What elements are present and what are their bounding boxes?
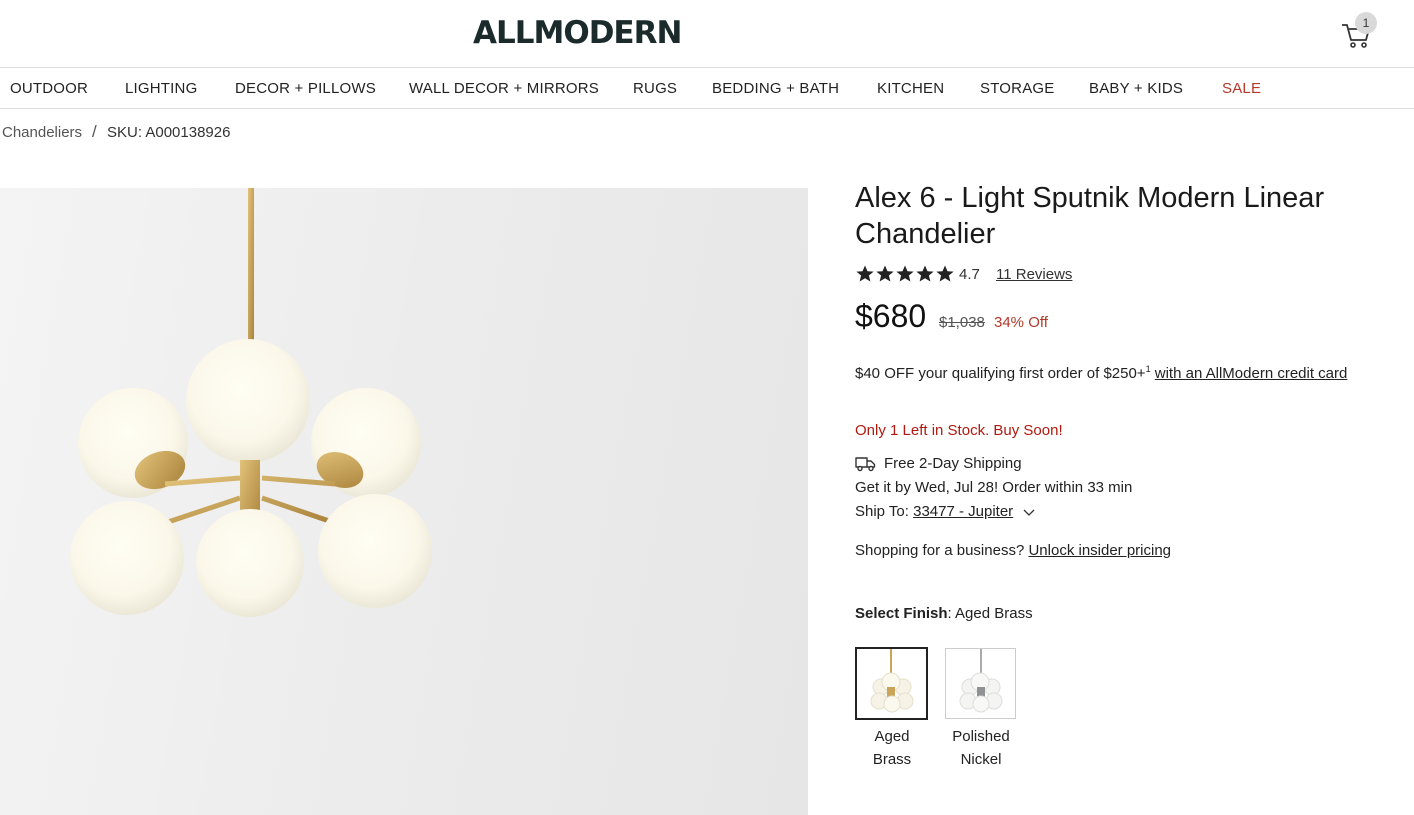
truck-icon bbox=[855, 456, 876, 471]
nav-item-kitchen[interactable]: KITCHEN bbox=[877, 80, 944, 97]
rating-value: 4.7 bbox=[959, 266, 980, 283]
shipping-info: Free 2-Day Shipping bbox=[855, 455, 1022, 472]
business-text: Shopping for a business? bbox=[855, 542, 1025, 559]
nav-item-lighting[interactable]: LIGHTING bbox=[125, 80, 197, 97]
breadcrumb-separator: / bbox=[92, 122, 97, 141]
credit-card-link[interactable]: with an AllModern credit card bbox=[1155, 365, 1348, 382]
finish-selected-value: : Aged Brass bbox=[947, 605, 1033, 622]
original-price: $1,038 bbox=[939, 314, 985, 331]
stock-warning: Only 1 Left in Stock. Buy Soon! bbox=[855, 422, 1063, 439]
ship-to: Ship To: 33477 - Jupiter bbox=[855, 503, 1035, 520]
insider-pricing-link[interactable]: Unlock insider pricing bbox=[1028, 542, 1171, 559]
nav-item-wall-decor-mirrors[interactable]: WALL DECOR + MIRRORS bbox=[409, 80, 599, 97]
product-image[interactable] bbox=[0, 188, 808, 815]
finish-swatch-aged-brass[interactable] bbox=[855, 647, 928, 720]
credit-card-promo: $40 OFF your qualifying first order of $… bbox=[855, 358, 1365, 385]
nav-item-baby-kids[interactable]: BABY + KIDS bbox=[1089, 80, 1183, 97]
finish-label: Select Finish bbox=[855, 605, 948, 622]
business-pricing: Shopping for a business? Unlock insider … bbox=[855, 542, 1171, 559]
finish-caption-line: Nickel bbox=[960, 751, 1002, 768]
promo-text: $40 OFF your qualifying first order of $… bbox=[855, 365, 1146, 382]
breadcrumb-sku: SKU: A000138926 bbox=[107, 124, 231, 141]
shipping-label: Free 2-Day Shipping bbox=[884, 455, 1022, 472]
aged-brass-thumbnail bbox=[870, 649, 914, 713]
finish-caption-line: Brass bbox=[872, 751, 912, 768]
discount-badge: 34% Off bbox=[994, 314, 1048, 331]
nav-item-storage[interactable]: STORAGE bbox=[980, 80, 1054, 97]
finish-selector-label: Select Finish: Aged Brass bbox=[855, 605, 1033, 622]
site-header: ALLMODERN 1 bbox=[0, 0, 1414, 68]
star-icon bbox=[856, 265, 874, 282]
cart-count-badge: 1 bbox=[1355, 12, 1377, 34]
nav-item-sale[interactable]: SALE bbox=[1222, 80, 1261, 97]
polished-nickel-thumbnail bbox=[959, 649, 1003, 713]
sale-price: $680 bbox=[855, 298, 927, 334]
star-icon bbox=[936, 265, 954, 282]
nav-item-bedding-bath[interactable]: BEDDING + BATH bbox=[712, 80, 839, 97]
finish-caption-line: Aged bbox=[874, 728, 910, 745]
promo-footnote: 1 bbox=[1145, 364, 1151, 374]
logo[interactable]: ALLMODERN bbox=[473, 15, 682, 51]
star-icon bbox=[876, 265, 894, 282]
star-icon bbox=[916, 265, 934, 282]
nav-item-decor-pillows[interactable]: DECOR + PILLOWS bbox=[235, 80, 376, 97]
chandelier-illustration bbox=[70, 188, 432, 617]
ship-to-label: Ship To: bbox=[855, 503, 909, 520]
finish-caption-polished-nickel[interactable]: Polished Nickel bbox=[941, 725, 1021, 771]
ship-to-zip-link[interactable]: 33477 - Jupiter bbox=[913, 503, 1013, 520]
reviews-link[interactable]: 11 Reviews bbox=[996, 266, 1072, 283]
rating-stars bbox=[855, 264, 955, 284]
chevron-down-icon[interactable] bbox=[1023, 507, 1035, 517]
finish-caption-line: Polished bbox=[952, 728, 1010, 745]
delivery-estimate: Get it by Wed, Jul 28! Order within 33 m… bbox=[855, 479, 1133, 496]
nav-item-rugs[interactable]: RUGS bbox=[633, 80, 677, 97]
finish-caption-aged-brass[interactable]: Aged Brass bbox=[852, 725, 932, 771]
product-title: Alex 6 - Light Sputnik Modern Linear Cha… bbox=[855, 182, 1325, 250]
finish-swatch-polished-nickel[interactable] bbox=[945, 648, 1016, 719]
breadcrumb-category[interactable]: Chandeliers bbox=[2, 124, 82, 141]
star-icon bbox=[896, 265, 914, 282]
nav-item-outdoor[interactable]: OUTDOOR bbox=[10, 80, 88, 97]
main-nav: OUTDOOR LIGHTING DECOR + PILLOWS WALL DE… bbox=[0, 69, 1414, 109]
